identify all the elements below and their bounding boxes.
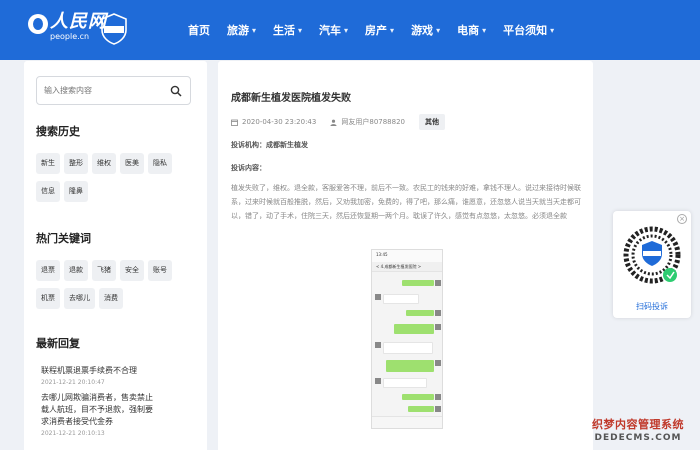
avatar (435, 406, 441, 412)
hot-tag[interactable]: 消费 (99, 288, 123, 309)
latest-replies-title: 最新回复 (36, 337, 80, 350)
avatar (375, 342, 381, 348)
history-tag[interactable]: 隐私 (148, 153, 172, 174)
complaint-shield-icon[interactable] (100, 13, 128, 45)
post-time: 2020-04-30 23:20:43 (231, 118, 316, 126)
watermark: 织梦内容管理系统 DEDECMS.COM (592, 416, 684, 443)
avatar (435, 280, 441, 286)
latest-replies-list: 联程机票退票手续费不合理 2021-12-21 20:10:47 去哪儿网欺骗消… (41, 365, 191, 443)
chevron-down-icon: ▾ (550, 25, 555, 35)
chat-bubble (383, 378, 427, 388)
history-tag[interactable]: 隆鼻 (64, 181, 88, 202)
qr-complaint-widget[interactable]: × 扫码投诉 (613, 211, 691, 318)
avatar (375, 378, 381, 384)
people-logo[interactable]: 人民网 people.cn (28, 12, 107, 42)
watermark-line2: DEDECMS.COM (594, 433, 682, 443)
search-icon[interactable] (170, 85, 182, 97)
chat-input-bar (372, 416, 442, 428)
avatar (435, 310, 441, 316)
reply-time: 2021-12-21 20:10:47 (41, 379, 105, 386)
search-history-tags: 新生 整形 维权 医美 隐私 信息 隆鼻 (36, 153, 196, 209)
reply-title[interactable]: 联程机票退票手续费不合理 (41, 365, 191, 377)
calendar-icon (231, 119, 238, 126)
nav-home[interactable]: 首页 (188, 22, 210, 38)
history-tag[interactable]: 维权 (92, 153, 116, 174)
org-value: 成都新生植发 (266, 141, 308, 149)
history-tag[interactable]: 新生 (36, 153, 60, 174)
avatar (435, 360, 441, 366)
chevron-down-icon: ▾ (482, 25, 487, 35)
hot-keywords-tags: 退票 退款 飞猪 安全 账号 机票 去哪儿 消费 (36, 260, 196, 316)
hot-tag[interactable]: 飞猪 (92, 260, 116, 281)
history-tag[interactable]: 医美 (120, 153, 144, 174)
chevron-down-icon: ▾ (298, 25, 303, 35)
phone-status-bar: 13:45 (372, 250, 442, 262)
chat-bubble (408, 406, 434, 412)
chat-bubble (383, 342, 433, 354)
nav-ecommerce[interactable]: 电商 ▾ (457, 22, 486, 38)
reply-item[interactable]: 去哪儿网欺骗消费者，售卖禁止载人航班，目不予退款，强制要求消费者接受代金券 20… (41, 392, 159, 437)
watermark-line1: 织梦内容管理系统 (592, 418, 684, 431)
chat-header: < 4.成都新生植发医院 > (372, 262, 442, 272)
reply-time: 2021-12-21 20:10:13 (41, 430, 105, 437)
search-input[interactable] (44, 86, 169, 95)
complaint-org: 投诉机构：成都新生植发 (231, 140, 308, 150)
chat-screenshot[interactable]: 13:45 < 4.成都新生植发医院 > (371, 249, 443, 429)
hot-tag[interactable]: 退票 (36, 260, 60, 281)
post-user: 网友用户80788820 (330, 117, 405, 127)
nav-games[interactable]: 游戏 ▾ (411, 22, 440, 38)
qr-label[interactable]: 扫码投诉 (613, 301, 691, 312)
org-label: 投诉机构： (231, 141, 266, 149)
complaint-content: 植发失败了，维权。退全款，客服爱答不理，前后不一致。农民工的钱来的好难，拿钱不理… (231, 184, 581, 220)
chat-bubble (386, 360, 434, 372)
avatar (435, 394, 441, 400)
hot-tag[interactable]: 安全 (120, 260, 144, 281)
chat-bubble (383, 294, 419, 304)
chat-bubble (406, 310, 434, 316)
post-title: 成都新生植发医院植发失败 (231, 93, 351, 104)
hot-keywords-title: 热门关键词 (36, 232, 91, 245)
post-meta: 2020-04-30 23:20:43 网友用户80788820 其他 (231, 114, 445, 130)
top-header: 人民网 people.cn 首页 旅游 ▾ 生活 ▾ 汽车 ▾ 房产 ▾ 游戏 ▾ 电商 ▾… (0, 0, 700, 60)
nav-life[interactable]: 生活 ▾ (273, 22, 302, 38)
status-badge: 其他 (419, 114, 445, 130)
nav-auto[interactable]: 汽车 ▾ (319, 22, 348, 38)
nav-realty[interactable]: 房产 ▾ (365, 22, 394, 38)
chevron-down-icon: ▾ (344, 25, 349, 35)
hot-tag[interactable]: 退款 (64, 260, 88, 281)
logo-title: 人民网 (50, 11, 107, 32)
search-box (36, 76, 191, 105)
logo-icon (28, 14, 48, 34)
content-label: 投诉内容： (231, 164, 266, 172)
hot-tag[interactable]: 去哪儿 (64, 288, 95, 309)
avatar (435, 324, 441, 330)
chevron-down-icon: ▾ (436, 25, 441, 35)
reply-item[interactable]: 联程机票退票手续费不合理 2021-12-21 20:10:47 (41, 365, 191, 386)
qr-code-icon (623, 226, 681, 284)
nav-travel[interactable]: 旅游 ▾ (227, 22, 256, 38)
chat-bubble (394, 324, 434, 334)
logo-subtitle: people.cn (50, 32, 90, 41)
history-tag[interactable]: 整形 (64, 153, 88, 174)
avatar (375, 294, 381, 300)
hot-tag[interactable]: 账号 (148, 260, 172, 281)
hot-tag[interactable]: 机票 (36, 288, 60, 309)
user-icon (330, 119, 337, 126)
history-tag[interactable]: 信息 (36, 181, 60, 202)
search-history-title: 搜索历史 (36, 125, 80, 138)
nav-platform-notice[interactable]: 平台须知 ▾ (503, 22, 554, 38)
chat-bubble (402, 280, 434, 286)
chat-bubble (402, 394, 434, 400)
main-nav: 首页 旅游 ▾ 生活 ▾ 汽车 ▾ 房产 ▾ 游戏 ▾ 电商 ▾ 平台须知 ▾ (188, 0, 571, 60)
reply-title[interactable]: 去哪儿网欺骗消费者，售卖禁止载人航班，目不予退款，强制要求消费者接受代金券 (41, 392, 159, 428)
chevron-down-icon: ▾ (252, 25, 257, 35)
post-detail: 成都新生植发医院植发失败 2020-04-30 23:20:43 网友用户807… (218, 61, 593, 450)
chevron-down-icon: ▾ (390, 25, 395, 35)
